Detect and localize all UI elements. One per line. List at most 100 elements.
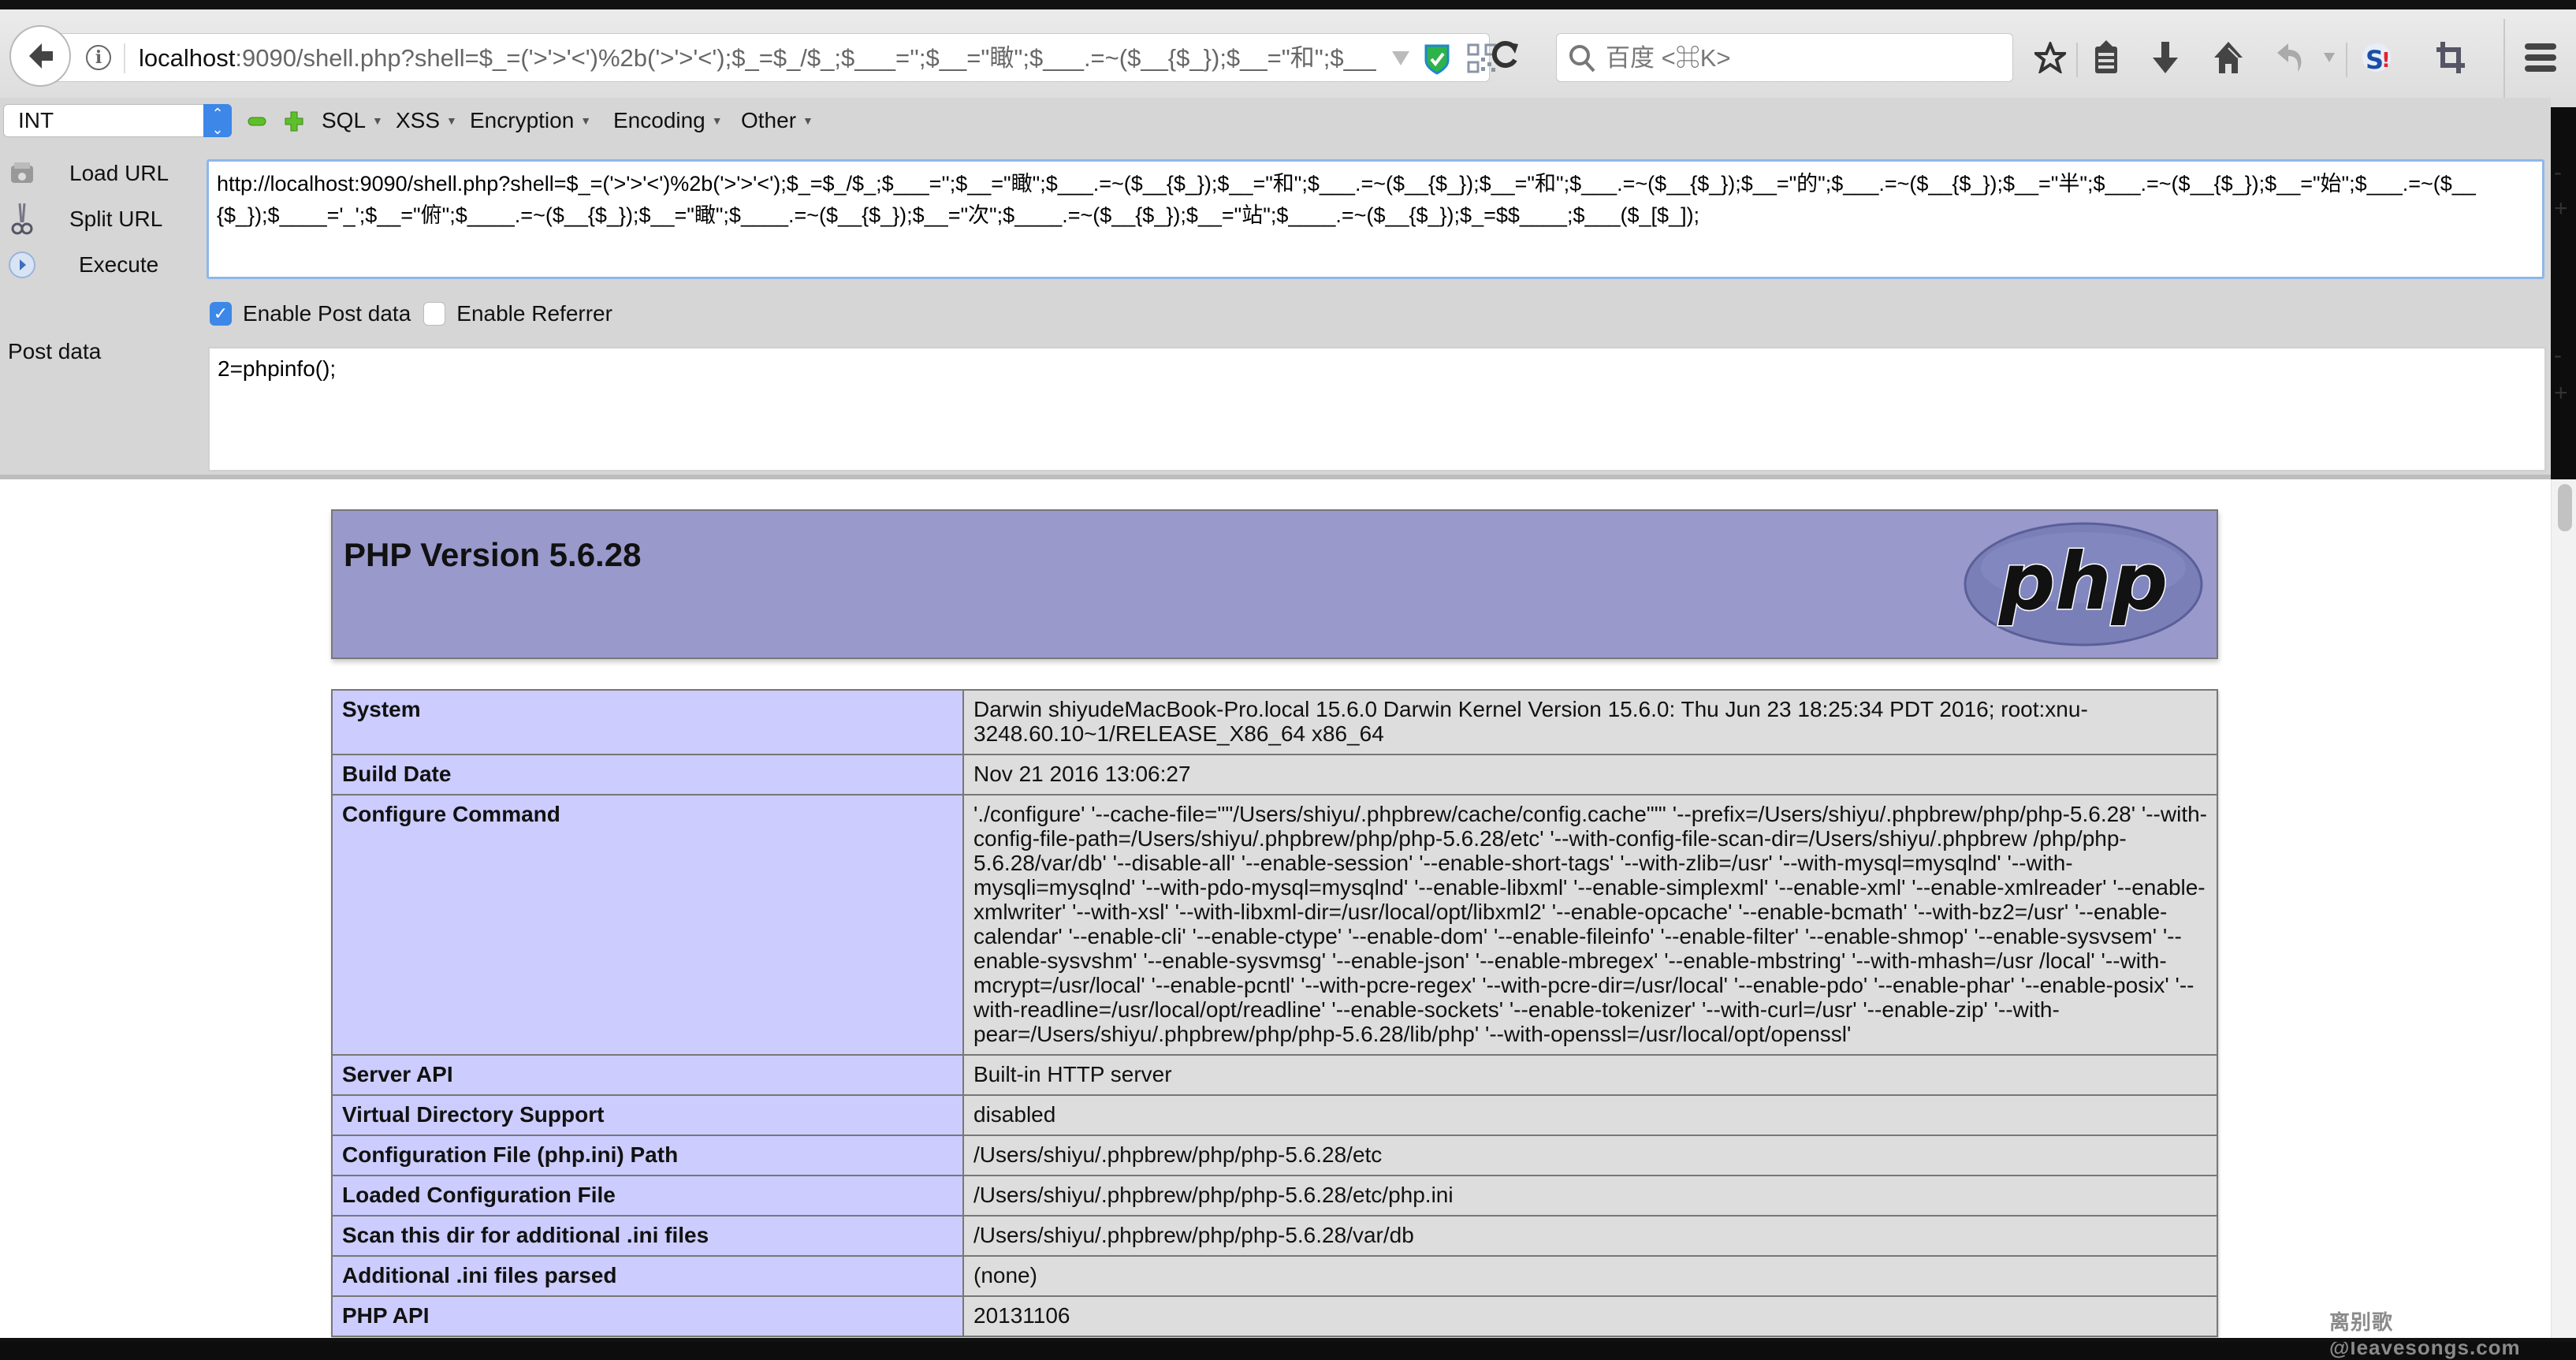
phpinfo-table: System Darwin shiyudeMacBook-Pro.local 15… <box>331 689 2218 1337</box>
row-key: PHP API <box>331 1295 964 1337</box>
bookmark-star-icon <box>2034 42 2066 73</box>
row-key: Additional .ini files parsed <box>331 1255 964 1297</box>
toolbar-separator <box>2346 43 2347 77</box>
caret-down-icon: ▼ <box>372 114 383 127</box>
plus-icon[interactable] <box>284 110 304 132</box>
row-key: Build Date <box>331 754 964 796</box>
address-text[interactable]: localhost:9090/shell.php?shell=$_=('>'>'… <box>139 34 1376 83</box>
caret-down-icon: ▼ <box>446 114 457 127</box>
svg-text:!: ! <box>2381 49 2391 73</box>
enable-post-label: Enable Post data <box>243 301 411 326</box>
row-key: Loaded Configuration File <box>331 1175 964 1217</box>
row-value: /Users/shiyu/.phpbrew/php/php-5.6.28/var… <box>962 1215 2218 1257</box>
row-value: './configure' '--cache-file=""/Users/shi… <box>962 794 2218 1056</box>
hackbar-panel: INT ⌃ ⌄ SQL ▼ XSS ▼ Encryption ▼ Encoding ▼ O… <box>0 98 2568 478</box>
execute-icon <box>6 249 38 281</box>
menu-xss[interactable]: XSS ▼ <box>396 104 457 137</box>
info-icon[interactable]: i <box>86 45 111 70</box>
row-value: Darwin shiyudeMacBook-Pro.local 15.6.0 D… <box>962 689 2218 755</box>
php-version-title: PHP Version 5.6.28 <box>344 536 642 573</box>
download-button[interactable] <box>2144 36 2187 79</box>
shield-check-icon[interactable] <box>1424 43 1450 75</box>
scrollbar-thumb[interactable] <box>2558 484 2572 531</box>
window-bottom-bar <box>0 1338 2576 1342</box>
crop-icon <box>2436 42 2465 73</box>
menu-encoding[interactable]: Encoding ▼ <box>613 104 723 137</box>
phpinfo-header: PHP Version 5.6.28 php <box>331 509 2218 659</box>
table-row: System Darwin shiyudeMacBook-Pro.local 15… <box>331 689 2218 755</box>
address-bar[interactable]: i localhost:9090/shell.php?shell=$_=('>'… <box>47 33 1497 83</box>
search-placeholder: 百度 <⌘K> <box>1606 44 1731 72</box>
table-row: Server API Built-in HTTP server <box>331 1054 2218 1096</box>
menu-encoding-label: Encoding <box>613 108 705 132</box>
shrink-post-button[interactable]: - <box>2554 342 2562 369</box>
reading-list-button[interactable] <box>2085 36 2127 79</box>
menu-sql[interactable]: SQL ▼ <box>322 104 383 137</box>
dropdown-icon[interactable] <box>1392 51 1409 65</box>
caret-down-icon: ▼ <box>580 114 592 127</box>
post-data-label: Post data <box>8 339 102 363</box>
table-row: Build Date Nov 21 2016 13:06:27 <box>331 754 2218 796</box>
row-key: Virtual Directory Support <box>331 1094 964 1136</box>
execute-button[interactable]: Execute <box>6 248 158 282</box>
browser-toolbar: i localhost:9090/shell.php?shell=$_=('>'… <box>0 9 2576 107</box>
row-value: /Users/shiyu/.phpbrew/php/php-5.6.28/etc <box>962 1135 2218 1176</box>
sogou-button[interactable]: S! <box>2357 36 2399 79</box>
table-row: Additional .ini files parsed (none) <box>331 1255 2218 1297</box>
reading-list-icon <box>2095 40 2117 73</box>
toolbar-separator <box>2503 19 2505 98</box>
execute-label: Execute <box>79 252 159 277</box>
crop-button[interactable] <box>2429 36 2472 79</box>
options-row: ✓ Enable Post data Enable Referrer <box>210 298 612 330</box>
row-value: Nov 21 2016 13:06:27 <box>962 754 2218 796</box>
load-url-label: Load URL <box>69 161 169 185</box>
split-url-label: Split URL <box>69 207 163 231</box>
caret-down-icon: ▼ <box>711 114 723 127</box>
watermark: 离别歌@leavesongs.com <box>2329 1310 2521 1359</box>
page-scrollbar[interactable] <box>2551 479 2576 1342</box>
row-key: Server API <box>331 1054 964 1096</box>
table-row: PHP API 20131106 <box>331 1295 2218 1337</box>
table-row: Scan this dir for additional .ini files /… <box>331 1215 2218 1257</box>
table-row: Configuration File (php.ini) Path/Users/… <box>331 1135 2218 1176</box>
bookmark-button[interactable] <box>2029 36 2072 79</box>
table-row: Virtual Directory Support disabled <box>331 1094 2218 1136</box>
table-row: Loaded Configuration File/Users/shiyu/.p… <box>331 1175 2218 1217</box>
undo-icon <box>2277 43 2302 72</box>
menu-encryption-label: Encryption <box>470 108 575 132</box>
row-value: /Users/shiyu/.phpbrew/php/php-5.6.28/etc… <box>962 1175 2218 1217</box>
undo-button[interactable] <box>2270 36 2313 79</box>
split-url-button[interactable]: Split URL <box>6 202 162 237</box>
expand-url-button[interactable]: + <box>2554 196 2568 222</box>
undo-dropdown[interactable] <box>2317 36 2341 79</box>
menu-button[interactable] <box>2519 36 2562 79</box>
enable-post-checkbox[interactable]: ✓ <box>210 302 232 326</box>
type-select-value: INT <box>18 108 54 132</box>
menu-other[interactable]: Other ▼ <box>741 104 813 137</box>
url-textarea[interactable]: http://localhost:9090/shell.php?shell=$_… <box>207 159 2544 279</box>
shrink-url-button[interactable]: - <box>2554 159 2562 186</box>
row-value: 20131106 <box>962 1295 2218 1337</box>
home-button[interactable] <box>2207 36 2250 79</box>
phpinfo-table-body: System Darwin shiyudeMacBook-Pro.local 15… <box>331 689 2218 1337</box>
row-value: (none) <box>962 1255 2218 1297</box>
back-arrow-icon <box>29 43 53 69</box>
search-bar[interactable]: 百度 <⌘K> <box>1556 33 2013 82</box>
reload-button[interactable] <box>1482 30 1529 77</box>
table-row: Configure Command './configure' '--cache-… <box>331 794 2218 1056</box>
php-logo-text: php <box>1998 535 2168 628</box>
type-select[interactable]: INT ⌃ ⌄ <box>3 104 232 137</box>
post-data-textarea[interactable]: 2=phpinfo(); <box>208 347 2546 471</box>
row-value: disabled <box>962 1094 2218 1136</box>
menu-encryption[interactable]: Encryption ▼ <box>470 104 591 137</box>
expand-post-button[interactable]: + <box>2554 380 2568 407</box>
home-icon <box>2214 42 2243 73</box>
enable-referrer-label: Enable Referrer <box>456 301 612 326</box>
load-url-button[interactable]: Load URL <box>6 156 169 191</box>
enable-referrer-checkbox[interactable] <box>423 302 446 326</box>
back-button[interactable] <box>9 25 71 87</box>
page-content: PHP Version 5.6.28 php System Darwin shiy… <box>0 479 2551 1342</box>
url-host: localhost <box>139 44 236 72</box>
updown-arrows-icon: ⌃ ⌄ <box>203 104 232 137</box>
minus-icon[interactable] <box>248 115 266 128</box>
